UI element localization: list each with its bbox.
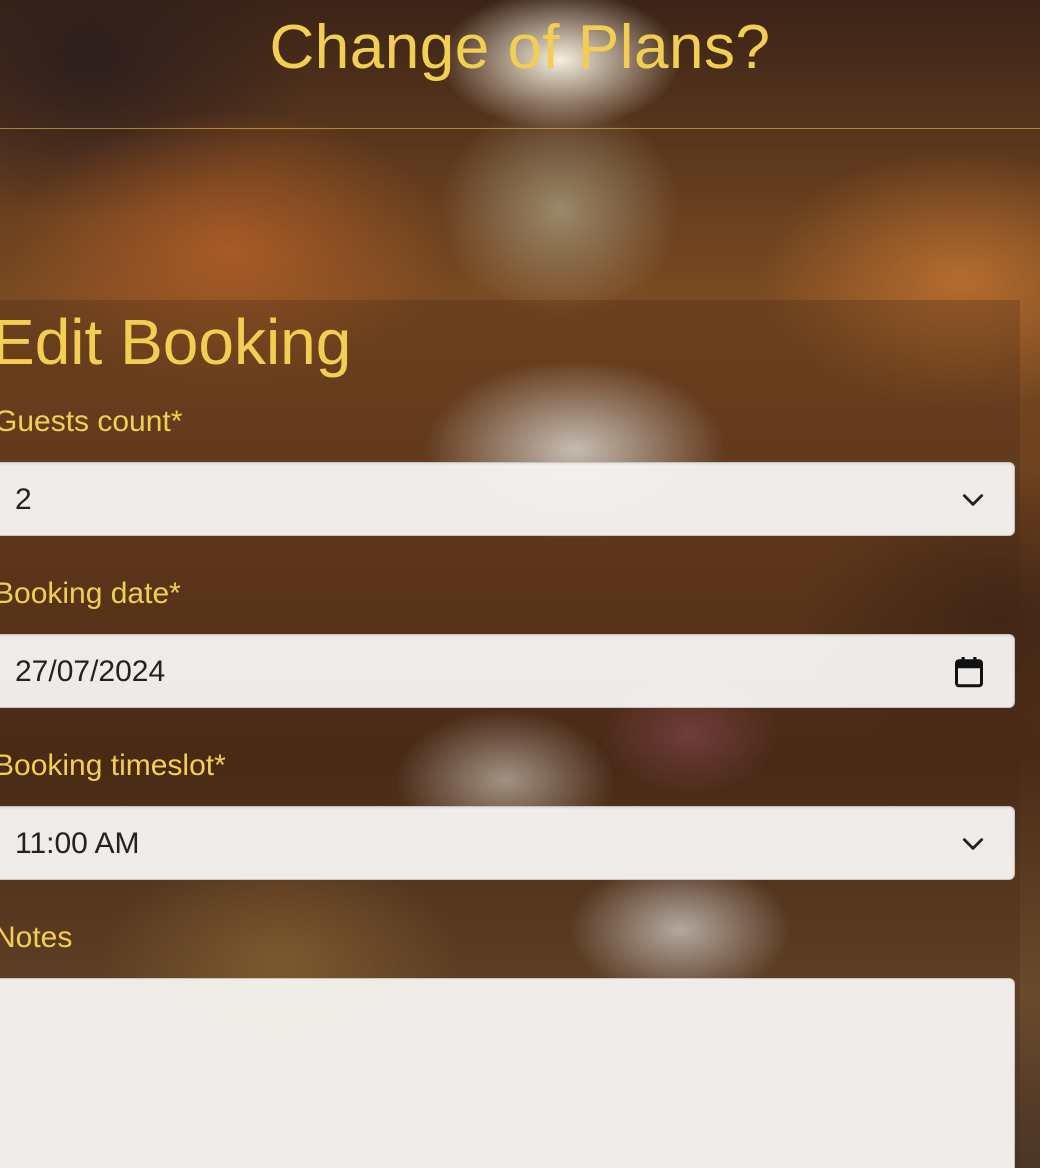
booking-date-value: 27/07/2024: [15, 655, 166, 688]
page-header: Change of Plans?: [0, 0, 1040, 129]
notes-label: Notes: [0, 921, 73, 954]
booking-timeslot-value: 11:00 AM: [15, 827, 140, 860]
guests-count-select[interactable]: 2: [0, 462, 1015, 536]
notes-textarea[interactable]: [0, 978, 1015, 1168]
chevron-down-icon[interactable]: [960, 831, 986, 857]
guests-count-value: 2: [15, 483, 32, 516]
chevron-down-icon[interactable]: [960, 487, 986, 513]
booking-timeslot-select[interactable]: 11:00 AM: [0, 806, 1015, 880]
booking-date-label: Booking date*: [0, 577, 181, 610]
form-title: Edit Booking: [0, 306, 352, 378]
guests-count-label: Guests count*: [0, 405, 183, 438]
booking-date-input[interactable]: 27/07/2024: [0, 634, 1015, 708]
calendar-icon[interactable]: [954, 655, 984, 689]
page-title: Change of Plans?: [269, 13, 771, 82]
booking-timeslot-label: Booking timeslot*: [0, 749, 226, 782]
